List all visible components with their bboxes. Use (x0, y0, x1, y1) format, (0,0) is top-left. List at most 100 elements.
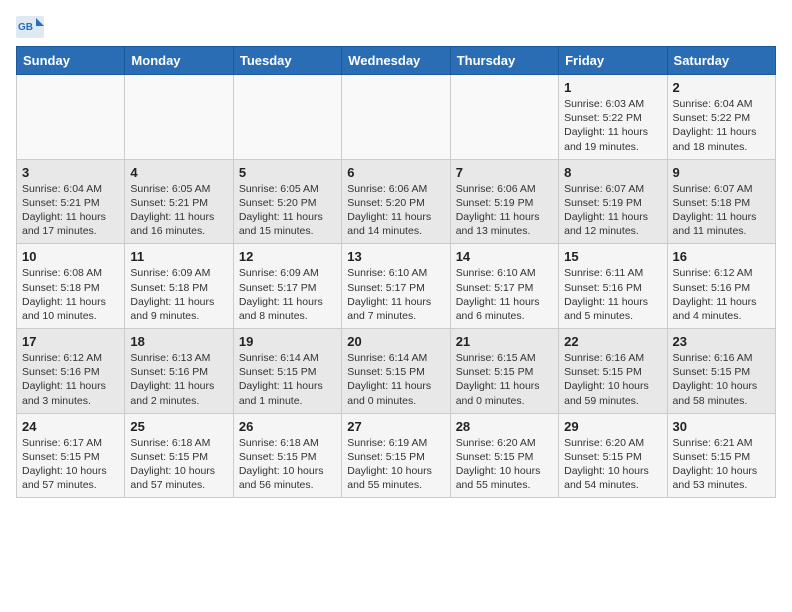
calendar-cell: 3 Sunrise: 6:04 AM Sunset: 5:21 PM Daylig… (17, 159, 125, 244)
day-number: 22 (564, 334, 661, 349)
calendar-week-3: 10 Sunrise: 6:08 AM Sunset: 5:18 PM Dayli… (17, 244, 776, 329)
day-info: Sunrise: 6:21 AM Sunset: 5:15 PM Dayligh… (673, 436, 770, 493)
day-info: Sunrise: 6:06 AM Sunset: 5:19 PM Dayligh… (456, 182, 553, 239)
day-number: 6 (347, 165, 444, 180)
day-number: 9 (673, 165, 770, 180)
calendar-cell: 6 Sunrise: 6:06 AM Sunset: 5:20 PM Daylig… (342, 159, 450, 244)
calendar-cell: 15 Sunrise: 6:11 AM Sunset: 5:16 PM Dayli… (559, 244, 667, 329)
day-info: Sunrise: 6:05 AM Sunset: 5:20 PM Dayligh… (239, 182, 336, 239)
calendar-week-2: 3 Sunrise: 6:04 AM Sunset: 5:21 PM Daylig… (17, 159, 776, 244)
day-info: Sunrise: 6:13 AM Sunset: 5:16 PM Dayligh… (130, 351, 227, 408)
calendar-cell: 25Sunrise: 6:18 AM Sunset: 5:15 PM Dayli… (125, 413, 233, 498)
day-info: Sunrise: 6:12 AM Sunset: 5:16 PM Dayligh… (673, 266, 770, 323)
day-number: 11 (130, 249, 227, 264)
day-number: 18 (130, 334, 227, 349)
calendar-week-4: 17 Sunrise: 6:12 AM Sunset: 5:16 PM Dayli… (17, 329, 776, 414)
calendar-cell: 9 Sunrise: 6:07 AM Sunset: 5:18 PM Daylig… (667, 159, 775, 244)
day-info: Sunrise: 6:18 AM Sunset: 5:15 PM Dayligh… (239, 436, 336, 493)
day-number: 2 (673, 80, 770, 95)
day-number: 26 (239, 419, 336, 434)
calendar-body: 1 Sunrise: 6:03 AM Sunset: 5:22 PM Daylig… (17, 75, 776, 498)
day-number: 19 (239, 334, 336, 349)
calendar-header: SundayMondayTuesdayWednesdayThursdayFrid… (17, 47, 776, 75)
calendar-cell (450, 75, 558, 160)
day-info: Sunrise: 6:20 AM Sunset: 5:15 PM Dayligh… (564, 436, 661, 493)
day-info: Sunrise: 6:11 AM Sunset: 5:16 PM Dayligh… (564, 266, 661, 323)
day-number: 1 (564, 80, 661, 95)
calendar-cell: 30Sunrise: 6:21 AM Sunset: 5:15 PM Dayli… (667, 413, 775, 498)
day-info: Sunrise: 6:04 AM Sunset: 5:21 PM Dayligh… (22, 182, 119, 239)
page-header: GB (16, 16, 776, 38)
day-number: 29 (564, 419, 661, 434)
calendar-cell (342, 75, 450, 160)
calendar-cell: 1 Sunrise: 6:03 AM Sunset: 5:22 PM Daylig… (559, 75, 667, 160)
calendar-cell: 17 Sunrise: 6:12 AM Sunset: 5:16 PM Dayli… (17, 329, 125, 414)
day-info: Sunrise: 6:16 AM Sunset: 5:15 PM Dayligh… (673, 351, 770, 408)
calendar-cell: 24 Sunrise: 6:17 AM Sunset: 5:15 PM Dayli… (17, 413, 125, 498)
day-info: Sunrise: 6:10 AM Sunset: 5:17 PM Dayligh… (456, 266, 553, 323)
calendar-cell: 13Sunrise: 6:10 AM Sunset: 5:17 PM Dayli… (342, 244, 450, 329)
weekday-header-friday: Friday (559, 47, 667, 75)
calendar-table: SundayMondayTuesdayWednesdayThursdayFrid… (16, 46, 776, 498)
calendar-cell (233, 75, 341, 160)
calendar-cell: 20 Sunrise: 6:14 AM Sunset: 5:15 PM Dayli… (342, 329, 450, 414)
day-info: Sunrise: 6:04 AM Sunset: 5:22 PM Dayligh… (673, 97, 770, 154)
calendar-cell: 5 Sunrise: 6:05 AM Sunset: 5:20 PM Daylig… (233, 159, 341, 244)
calendar-cell: 10 Sunrise: 6:08 AM Sunset: 5:18 PM Dayli… (17, 244, 125, 329)
day-info: Sunrise: 6:14 AM Sunset: 5:15 PM Dayligh… (347, 351, 444, 408)
day-number: 15 (564, 249, 661, 264)
weekday-header-tuesday: Tuesday (233, 47, 341, 75)
calendar-cell: 2 Sunrise: 6:04 AM Sunset: 5:22 PM Daylig… (667, 75, 775, 160)
weekday-header-monday: Monday (125, 47, 233, 75)
weekday-header-saturday: Saturday (667, 47, 775, 75)
day-info: Sunrise: 6:07 AM Sunset: 5:19 PM Dayligh… (564, 182, 661, 239)
calendar-cell: 18 Sunrise: 6:13 AM Sunset: 5:16 PM Dayli… (125, 329, 233, 414)
day-number: 7 (456, 165, 553, 180)
calendar-cell (125, 75, 233, 160)
day-info: Sunrise: 6:16 AM Sunset: 5:15 PM Dayligh… (564, 351, 661, 408)
calendar-cell: 26 Sunrise: 6:18 AM Sunset: 5:15 PM Dayli… (233, 413, 341, 498)
weekday-header-thursday: Thursday (450, 47, 558, 75)
calendar-cell: 21Sunrise: 6:15 AM Sunset: 5:15 PM Dayli… (450, 329, 558, 414)
weekday-header-row: SundayMondayTuesdayWednesdayThursdayFrid… (17, 47, 776, 75)
day-info: Sunrise: 6:05 AM Sunset: 5:21 PM Dayligh… (130, 182, 227, 239)
day-info: Sunrise: 6:19 AM Sunset: 5:15 PM Dayligh… (347, 436, 444, 493)
day-number: 27 (347, 419, 444, 434)
day-number: 3 (22, 165, 119, 180)
day-number: 4 (130, 165, 227, 180)
day-number: 20 (347, 334, 444, 349)
day-info: Sunrise: 6:08 AM Sunset: 5:18 PM Dayligh… (22, 266, 119, 323)
calendar-cell: 4 Sunrise: 6:05 AM Sunset: 5:21 PM Daylig… (125, 159, 233, 244)
svg-text:GB: GB (18, 22, 33, 33)
day-info: Sunrise: 6:09 AM Sunset: 5:17 PM Dayligh… (239, 266, 336, 323)
day-info: Sunrise: 6:03 AM Sunset: 5:22 PM Dayligh… (564, 97, 661, 154)
day-info: Sunrise: 6:14 AM Sunset: 5:15 PM Dayligh… (239, 351, 336, 408)
day-info: Sunrise: 6:06 AM Sunset: 5:20 PM Dayligh… (347, 182, 444, 239)
calendar-cell: 12 Sunrise: 6:09 AM Sunset: 5:17 PM Dayli… (233, 244, 341, 329)
logo: GB (16, 16, 48, 38)
calendar-cell: 14 Sunrise: 6:10 AM Sunset: 5:17 PM Dayli… (450, 244, 558, 329)
day-number: 12 (239, 249, 336, 264)
day-number: 5 (239, 165, 336, 180)
day-number: 17 (22, 334, 119, 349)
calendar-cell: 16Sunrise: 6:12 AM Sunset: 5:16 PM Dayli… (667, 244, 775, 329)
day-info: Sunrise: 6:09 AM Sunset: 5:18 PM Dayligh… (130, 266, 227, 323)
day-info: Sunrise: 6:17 AM Sunset: 5:15 PM Dayligh… (22, 436, 119, 493)
weekday-header-sunday: Sunday (17, 47, 125, 75)
day-info: Sunrise: 6:07 AM Sunset: 5:18 PM Dayligh… (673, 182, 770, 239)
calendar-cell: 7 Sunrise: 6:06 AM Sunset: 5:19 PM Daylig… (450, 159, 558, 244)
day-number: 24 (22, 419, 119, 434)
calendar-week-1: 1 Sunrise: 6:03 AM Sunset: 5:22 PM Daylig… (17, 75, 776, 160)
calendar-cell: 22 Sunrise: 6:16 AM Sunset: 5:15 PM Dayli… (559, 329, 667, 414)
calendar-cell: 23Sunrise: 6:16 AM Sunset: 5:15 PM Dayli… (667, 329, 775, 414)
day-info: Sunrise: 6:10 AM Sunset: 5:17 PM Dayligh… (347, 266, 444, 323)
calendar-cell (17, 75, 125, 160)
calendar-cell: 11 Sunrise: 6:09 AM Sunset: 5:18 PM Dayli… (125, 244, 233, 329)
calendar-cell: 8Sunrise: 6:07 AM Sunset: 5:19 PM Daylig… (559, 159, 667, 244)
day-number: 10 (22, 249, 119, 264)
day-info: Sunrise: 6:12 AM Sunset: 5:16 PM Dayligh… (22, 351, 119, 408)
calendar-cell: 27 Sunrise: 6:19 AM Sunset: 5:15 PM Dayli… (342, 413, 450, 498)
day-info: Sunrise: 6:20 AM Sunset: 5:15 PM Dayligh… (456, 436, 553, 493)
weekday-header-wednesday: Wednesday (342, 47, 450, 75)
day-number: 14 (456, 249, 553, 264)
